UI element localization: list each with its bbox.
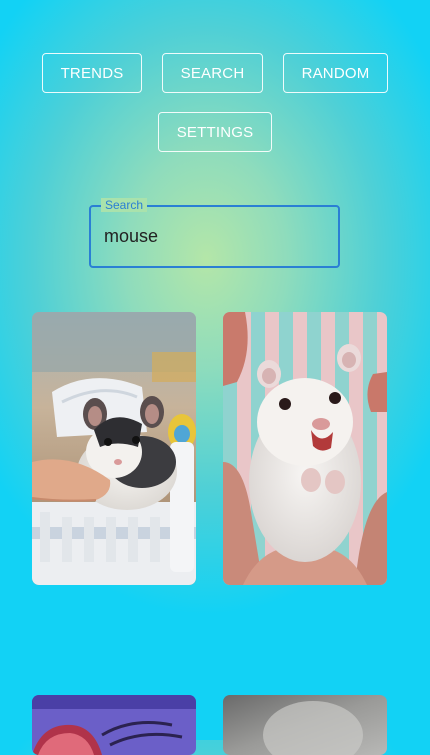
- search-field[interactable]: Search: [89, 198, 340, 268]
- trends-button[interactable]: TRENDS: [42, 53, 142, 93]
- settings-button[interactable]: SETTINGS: [158, 112, 272, 152]
- result-card-gray[interactable]: [223, 695, 387, 755]
- gray-gif-image: [223, 695, 387, 755]
- search-button[interactable]: SEARCH: [162, 53, 263, 93]
- cartoon-gif-image: [32, 695, 196, 755]
- white-hamster-held-in-hands-image: [223, 312, 387, 585]
- search-field-label: Search: [101, 198, 148, 212]
- result-card-white-hamster[interactable]: [223, 312, 387, 585]
- nav-row-primary: TRENDS SEARCH RANDOM: [0, 53, 430, 93]
- mouse-in-toy-bed-image: [32, 312, 196, 585]
- search-input[interactable]: [104, 221, 324, 251]
- result-card-cartoon[interactable]: [32, 695, 196, 755]
- result-card-mouse-bed[interactable]: [32, 312, 196, 585]
- nav-row-secondary: SETTINGS: [0, 112, 430, 152]
- random-button[interactable]: RANDOM: [283, 53, 388, 93]
